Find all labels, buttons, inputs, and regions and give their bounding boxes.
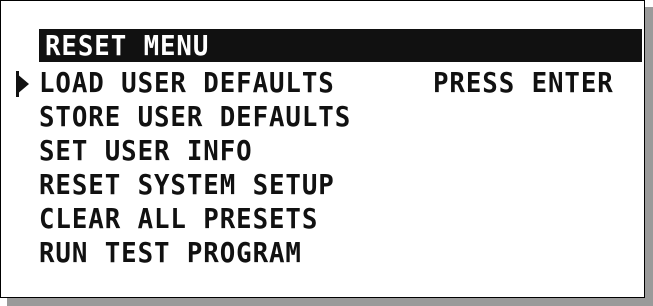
menu-item-label: RUN TEST PROGRAM — [39, 236, 302, 269]
menu-item-run-test-program[interactable]: RUN TEST PROGRAM — [39, 236, 351, 270]
menu-item-set-user-info[interactable]: SET USER INFO — [39, 134, 351, 168]
menu-item-label: RESET SYSTEM SETUP — [39, 168, 335, 201]
menu-item-label: LOAD USER DEFAULTS — [39, 66, 335, 99]
menu-title-bar: RESET MENU — [39, 29, 642, 62]
menu-item-label: SET USER INFO — [39, 134, 253, 167]
menu-item-reset-system-setup[interactable]: RESET SYSTEM SETUP — [39, 168, 351, 202]
menu-title: RESET MENU — [45, 29, 210, 62]
status-prompt: PRESS ENTER — [433, 66, 614, 99]
selection-arrow-head — [16, 73, 29, 95]
menu-item-load-user-defaults[interactable]: LOAD USER DEFAULTS — [39, 66, 351, 100]
menu-item-store-user-defaults[interactable]: STORE USER DEFAULTS — [39, 100, 351, 134]
lcd-display: RESET MENU LOAD USER DEFAULTS STORE USER… — [0, 0, 645, 298]
reset-menu-list: LOAD USER DEFAULTS STORE USER DEFAULTS S… — [39, 66, 378, 270]
menu-item-clear-all-presets[interactable]: CLEAR ALL PRESETS — [39, 202, 351, 236]
menu-item-label: CLEAR ALL PRESETS — [39, 202, 319, 235]
menu-item-label: STORE USER DEFAULTS — [39, 100, 352, 133]
